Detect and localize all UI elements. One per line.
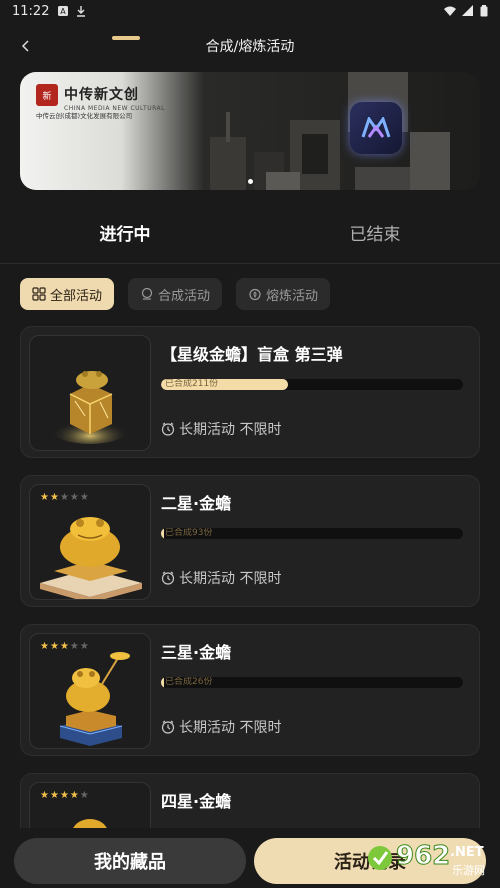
activity-duration: 长期活动 不限时 — [161, 717, 281, 737]
progress-bar: 已合成26份 — [161, 677, 463, 688]
watermark-suffix: .NET — [450, 845, 484, 860]
star-rating: ★ ★ ★ ★ ★ — [40, 493, 89, 503]
clock-icon — [161, 720, 175, 734]
tab-indicator — [112, 36, 140, 40]
grid-icon — [32, 287, 46, 301]
brand-seal: 新 — [36, 84, 58, 106]
activity-card[interactable]: ★ ★ ★ ★ ★ 二星·金蟾 已合成93份 长期活动 不限时 — [20, 475, 480, 607]
status-time: 11:22 — [12, 3, 50, 19]
tab-ongoing[interactable]: 进行中 — [0, 220, 250, 264]
back-button[interactable] — [12, 32, 40, 60]
star-empty-icon: ★ — [79, 790, 89, 801]
app-logo-icon — [350, 102, 402, 154]
progress-bar: 已合成93份 — [161, 528, 463, 539]
svg-text:A: A — [61, 7, 67, 16]
merge-icon — [141, 287, 153, 300]
star-filled-icon: ★ — [59, 641, 69, 652]
star-filled-icon: ★ — [49, 492, 59, 503]
activity-image: ★ ★ ★ ★ ★ — [29, 633, 151, 749]
progress-fill — [161, 528, 165, 539]
activity-title: 三星·金蟾 — [161, 643, 232, 662]
activity-duration: 长期活动 不限时 — [161, 568, 281, 588]
brand-logo: 新 中传新文创 CHINA MEDIA NEW CULTURAL — [36, 84, 165, 112]
page-title: 合成/熔炼活动 — [205, 39, 295, 55]
star-filled-icon: ★ — [49, 790, 59, 801]
watermark-number: 962 — [396, 841, 450, 871]
star-empty-icon: ★ — [79, 641, 89, 652]
watermark-sub: 乐游网 — [452, 864, 485, 877]
activity-title: 四星·金蟾 — [161, 792, 232, 811]
progress-bar: 已合成211份 — [161, 379, 463, 390]
star-rating: ★ ★ ★ ★ ★ — [40, 642, 89, 652]
download-icon — [77, 6, 86, 17]
brand-name: 中传新文创 — [64, 87, 139, 103]
watermark-logo: 962 .NET 乐游网 — [368, 841, 485, 877]
star-empty-icon: ★ — [69, 492, 79, 503]
star-empty-icon: ★ — [79, 492, 89, 503]
status-tabs: 进行中 已结束 — [0, 220, 500, 264]
activity-image: ★ ★ ★ ★ ★ — [29, 484, 151, 600]
golden-toad-box-image — [50, 371, 130, 444]
divider — [0, 263, 500, 264]
filter-smelt[interactable]: 熔炼活动 — [236, 278, 331, 310]
activity-duration: 长期活动 不限时 — [161, 419, 281, 439]
signal-icon — [462, 5, 473, 16]
star-filled-icon: ★ — [49, 641, 59, 652]
filter-all[interactable]: 全部活动 — [20, 278, 115, 310]
star-filled-icon: ★ — [40, 790, 49, 801]
star-filled-icon: ★ — [69, 790, 79, 801]
banner-carousel[interactable]: 新 中传新文创 CHINA MEDIA NEW CULTURAL 中传云创(成都… — [20, 72, 480, 190]
filter-all-label: 全部活动 — [50, 288, 103, 304]
status-icons-left: A — [57, 5, 87, 17]
clock-icon — [161, 422, 175, 436]
activity-title: 二星·金蟾 — [161, 494, 232, 513]
banner-artwork — [210, 72, 450, 190]
smelt-icon — [249, 288, 261, 301]
star-filled-icon: ★ — [40, 492, 49, 503]
status-bar: 11:22 A — [0, 0, 500, 22]
activity-card[interactable]: ★ ★ ★ ★ ★ 三星·金蟾 已合成26份 长期活动 不限时 — [20, 624, 480, 756]
progress-fill — [161, 677, 165, 688]
star-rating: ★ ★ ★ ★ ★ — [40, 791, 89, 801]
star-filled-icon: ★ — [40, 641, 49, 652]
progress-text: 已合成211份 — [165, 379, 219, 389]
star-empty-icon: ★ — [69, 641, 79, 652]
filter-bar: 全部活动 合成活动 熔炼活动 — [20, 278, 331, 310]
activity-card[interactable]: 【星级金蟾】盲盒 第三弹 已合成211份 长期活动 不限时 — [20, 326, 480, 458]
filter-merge-label: 合成活动 — [158, 288, 211, 304]
chevron-left-icon — [21, 40, 29, 52]
progress-text: 已合成93份 — [165, 528, 213, 538]
duration-text: 长期活动 不限时 — [179, 571, 282, 587]
brand-company: 中传云创(成都)文化发展有限公司 — [36, 112, 133, 120]
wifi-icon — [444, 6, 456, 16]
filter-smelt-label: 熔炼活动 — [266, 288, 319, 304]
tab-ended[interactable]: 已结束 — [250, 220, 500, 264]
carousel-dot — [247, 179, 253, 184]
battery-icon — [480, 5, 488, 17]
header: 合成/熔炼活动 — [0, 28, 500, 64]
status-icons-right — [444, 5, 488, 17]
activity-title: 【星级金蟾】盲盒 第三弹 — [161, 345, 343, 364]
carousel-indicator — [20, 179, 480, 184]
duration-text: 长期活动 不限时 — [179, 422, 282, 438]
clock-icon — [161, 571, 175, 585]
star-empty-icon: ★ — [59, 492, 69, 503]
notification-a-icon: A — [58, 6, 69, 16]
filter-merge[interactable]: 合成活动 — [128, 278, 223, 310]
duration-text: 长期活动 不限时 — [179, 720, 282, 736]
my-collection-button[interactable]: 我的藏品 — [14, 838, 246, 884]
progress-text: 已合成26份 — [165, 677, 213, 687]
activity-image — [29, 335, 151, 451]
star-filled-icon: ★ — [59, 790, 69, 801]
